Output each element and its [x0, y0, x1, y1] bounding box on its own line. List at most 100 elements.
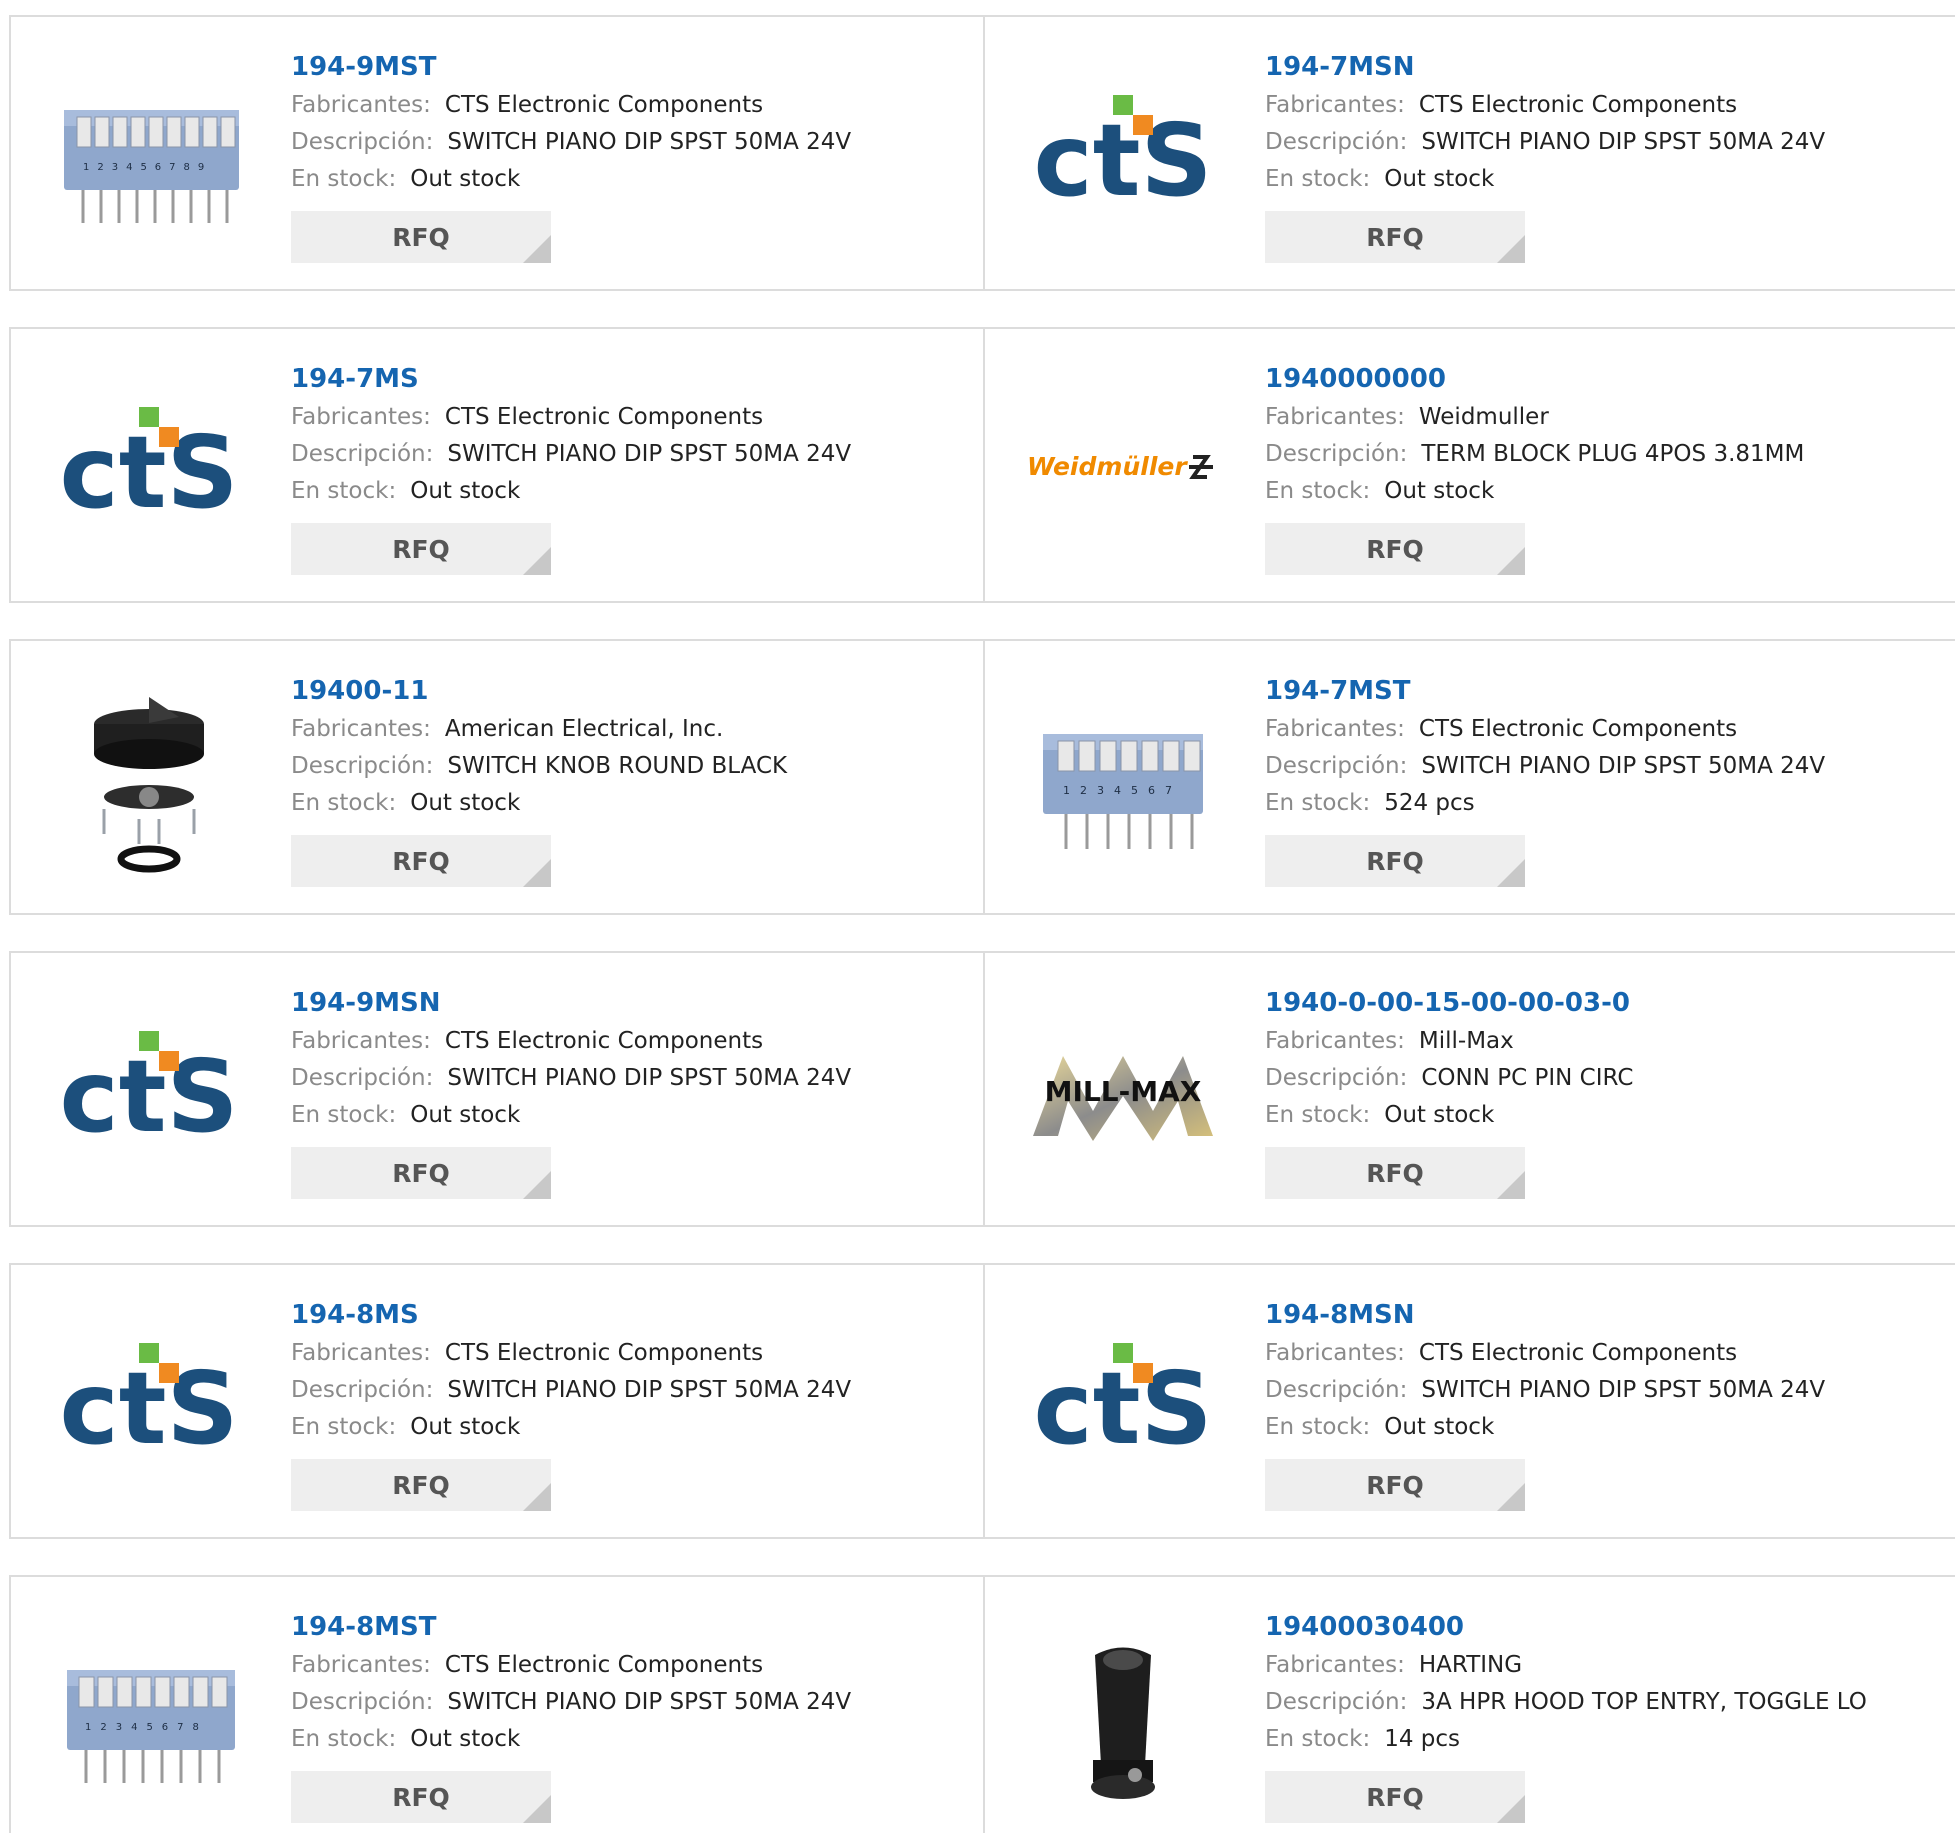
product-image[interactable]	[1023, 1615, 1223, 1815]
part-number-link[interactable]: 1940-0-00-15-00-00-03-0	[1265, 983, 1945, 1023]
description-label: Descripción:	[291, 129, 434, 155]
manufacturer-label: Fabricantes:	[291, 1340, 431, 1366]
part-number-link[interactable]: 19400-11	[291, 671, 973, 711]
product-info: 1940000000 Fabricantes: Weidmuller Descri…	[1265, 359, 1945, 575]
rfq-label: RFQ	[1366, 534, 1424, 564]
description-line: Descripción: SWITCH PIANO DIP SPST 50MA 2…	[291, 1060, 973, 1097]
rfq-button[interactable]: RFQ	[291, 835, 551, 887]
stock-label: En stock:	[1265, 1102, 1371, 1128]
product-info: 19400-11 Fabricantes: American Electrical…	[291, 671, 973, 887]
manufacturer-label: Fabricantes:	[1265, 1340, 1405, 1366]
part-number-link[interactable]: 1940000000	[1265, 359, 1945, 399]
manufacturer-line: Fabricantes: CTS Electronic Components	[291, 87, 973, 124]
description-label: Descripción:	[1265, 1689, 1408, 1715]
corner-decoration	[1497, 547, 1525, 575]
product-info: 194-9MSN Fabricantes: CTS Electronic Comp…	[291, 983, 973, 1199]
product-info: 194-9MST Fabricantes: CTS Electronic Comp…	[291, 47, 973, 263]
part-number-link[interactable]: 194-9MSN	[291, 983, 973, 1023]
corner-decoration	[523, 1483, 551, 1511]
rfq-button[interactable]: RFQ	[291, 1771, 551, 1823]
description-value: SWITCH PIANO DIP SPST 50MA 24V	[1421, 1377, 1826, 1403]
product-image[interactable]: ctS	[49, 1303, 249, 1503]
stock-line: En stock: Out stock	[291, 1721, 973, 1758]
product-image[interactable]: ctS	[1023, 55, 1223, 255]
stock-line: En stock: Out stock	[1265, 1097, 1945, 1134]
manufacturer-label: Fabricantes:	[1265, 92, 1405, 118]
millmax-logo: MILL-MAX	[1033, 1056, 1213, 1141]
stock-line: En stock: Out stock	[291, 1409, 973, 1446]
rfq-button[interactable]: RFQ	[291, 211, 551, 263]
manufacturer-label: Fabricantes:	[291, 92, 431, 118]
product-image[interactable]: 1234567	[1023, 679, 1223, 879]
description-label: Descripción:	[1265, 129, 1408, 155]
stock-label: En stock:	[1265, 166, 1371, 192]
manufacturer-line: Fabricantes: Mill-Max	[1265, 1023, 1945, 1060]
stock-value: Out stock	[1384, 478, 1495, 504]
manufacturer-line: Fabricantes: CTS Electronic Components	[291, 1647, 973, 1684]
description-value: SWITCH PIANO DIP SPST 50MA 24V	[447, 1689, 852, 1715]
weidmuller-wordmark: Weidmüller	[1027, 452, 1188, 481]
part-number-link[interactable]: 194-7MSN	[1265, 47, 1945, 87]
rfq-button[interactable]: RFQ	[1265, 835, 1525, 887]
cts-logo: ctS	[1033, 1343, 1213, 1467]
corner-decoration	[523, 235, 551, 263]
stock-line: En stock: Out stock	[291, 1097, 973, 1134]
part-number-link[interactable]: 194-8MSN	[1265, 1295, 1945, 1335]
rfq-button[interactable]: RFQ	[291, 523, 551, 575]
stock-value: 524 pcs	[1384, 790, 1475, 816]
stock-label: En stock:	[1265, 1414, 1371, 1440]
product-image[interactable]: ctS	[1023, 1303, 1223, 1503]
corner-decoration	[1497, 1795, 1525, 1823]
rfq-button[interactable]: RFQ	[1265, 1147, 1525, 1199]
part-number-link[interactable]: 194-8MST	[291, 1607, 973, 1647]
corner-decoration	[523, 1171, 551, 1199]
manufacturer-line: Fabricantes: American Electrical, Inc.	[291, 711, 973, 748]
rfq-button[interactable]: RFQ	[1265, 211, 1525, 263]
description-line: Descripción: CONN PC PIN CIRC	[1265, 1060, 1945, 1097]
product-image[interactable]: Weidmüller	[1023, 367, 1223, 567]
rfq-button[interactable]: RFQ	[291, 1147, 551, 1199]
product-info: 1940-0-00-15-00-00-03-0 Fabricantes: Mill…	[1265, 983, 1945, 1199]
stock-value: Out stock	[410, 166, 521, 192]
stock-label: En stock:	[291, 478, 397, 504]
stock-value: Out stock	[1384, 1414, 1495, 1440]
stock-value: Out stock	[410, 1414, 521, 1440]
rfq-button[interactable]: RFQ	[1265, 523, 1525, 575]
part-number-link[interactable]: 19400030400	[1265, 1607, 1945, 1647]
corner-decoration	[1497, 1483, 1525, 1511]
product-image[interactable]: 123456789	[49, 55, 249, 255]
description-value: SWITCH KNOB ROUND BLACK	[447, 753, 788, 779]
product-image[interactable]: MILL-MAX	[1023, 991, 1223, 1191]
rfq-button[interactable]: RFQ	[1265, 1459, 1525, 1511]
corner-decoration	[523, 859, 551, 887]
manufacturer-value: CTS Electronic Components	[444, 404, 764, 430]
stock-label: En stock:	[1265, 478, 1371, 504]
manufacturer-value: HARTING	[1418, 1652, 1523, 1678]
stock-value: Out stock	[410, 1102, 521, 1128]
manufacturer-value: CTS Electronic Components	[1418, 92, 1738, 118]
description-label: Descripción:	[291, 1689, 434, 1715]
description-value: SWITCH PIANO DIP SPST 50MA 24V	[447, 1377, 852, 1403]
description-value: TERM BLOCK PLUG 4POS 3.81MM	[1421, 441, 1805, 467]
part-number-link[interactable]: 194-8MS	[291, 1295, 973, 1335]
rfq-button[interactable]: RFQ	[291, 1459, 551, 1511]
manufacturer-value: Mill-Max	[1418, 1028, 1514, 1054]
product-image[interactable]: ctS	[49, 991, 249, 1191]
manufacturer-label: Fabricantes:	[291, 1028, 431, 1054]
part-number-link[interactable]: 194-9MST	[291, 47, 973, 87]
description-line: Descripción: TERM BLOCK PLUG 4POS 3.81MM	[1265, 436, 1945, 473]
product-image[interactable]	[49, 679, 249, 879]
part-number-link[interactable]: 194-7MS	[291, 359, 973, 399]
rfq-button[interactable]: RFQ	[1265, 1771, 1525, 1823]
rfq-label: RFQ	[392, 1470, 450, 1500]
description-label: Descripción:	[291, 441, 434, 467]
product-image[interactable]: ctS	[49, 367, 249, 567]
product-image[interactable]: 12345678	[49, 1615, 249, 1815]
description-label: Descripción:	[1265, 441, 1408, 467]
part-number-link[interactable]: 194-7MST	[1265, 671, 1945, 711]
manufacturer-label: Fabricantes:	[1265, 716, 1405, 742]
product-row: 12345678 194-8MST Fabricantes: CTS Electr…	[9, 1575, 1955, 1833]
svg-text:ctS: ctS	[59, 414, 238, 531]
description-label: Descripción:	[291, 753, 434, 779]
millmax-wordmark: MILL-MAX	[1045, 1075, 1202, 1108]
